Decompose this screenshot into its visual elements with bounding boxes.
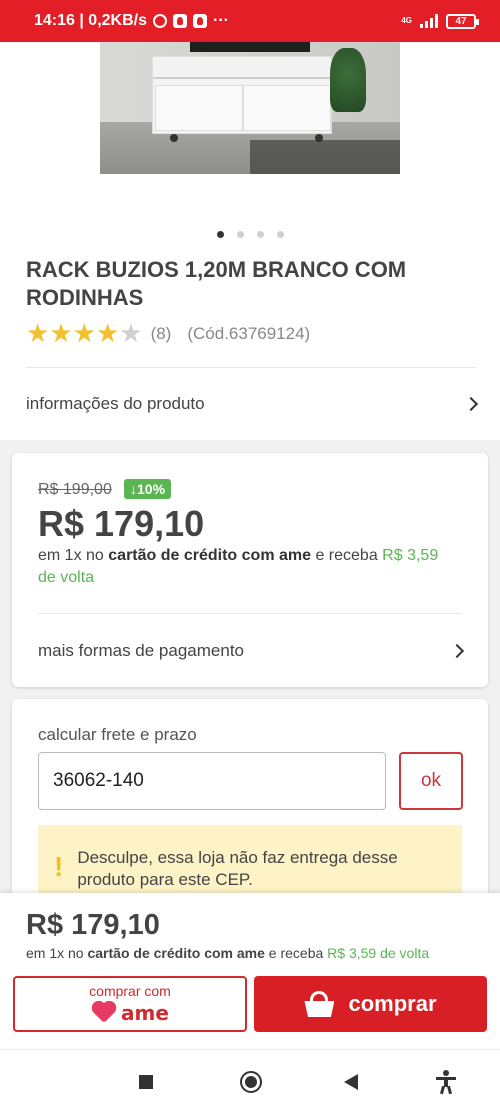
bottom-desc-card: cartão de crédito com ame bbox=[87, 945, 265, 961]
installment-description: em 1x no cartão de crédito com ame e rec… bbox=[38, 545, 458, 589]
notification-app-icon bbox=[192, 14, 207, 28]
more-payment-options[interactable]: mais formas de pagamento bbox=[38, 631, 465, 671]
shipping-warning: ! Desculpe, essa loja não faz entrega de… bbox=[38, 825, 462, 895]
cep-input[interactable] bbox=[38, 752, 386, 810]
buy-with-ame-button[interactable]: comprar com ame bbox=[13, 976, 247, 1032]
star-icon: ★ bbox=[49, 318, 73, 348]
home-icon[interactable] bbox=[240, 1071, 262, 1093]
bottom-desc-prefix: em 1x no bbox=[26, 945, 88, 961]
status-bar: 14:16 | 0,2KB/s ··· 4G 47 bbox=[0, 0, 500, 42]
product-info-link[interactable]: informações do produto bbox=[26, 384, 479, 424]
shipping-label: calcular frete e prazo bbox=[38, 725, 197, 744]
product-rating[interactable]: ★★★★★ (8) (Cód.63769124) bbox=[26, 320, 310, 347]
carousel-dot[interactable] bbox=[276, 231, 284, 238]
discount-badge: ↓10% bbox=[124, 479, 172, 499]
accessibility-icon[interactable] bbox=[436, 1070, 456, 1095]
price-card: R$ 199,00 ↓10% R$ 179,10 em 1x no cartão… bbox=[12, 453, 488, 687]
system-navigation-bar bbox=[0, 1049, 500, 1111]
installment-prefix: em 1x no bbox=[38, 547, 109, 564]
more-payment-label: mais formas de pagamento bbox=[38, 641, 244, 660]
bottom-cashback: R$ 3,59 de volta bbox=[327, 945, 430, 961]
carousel-dot[interactable] bbox=[236, 231, 244, 238]
chevron-right-icon bbox=[463, 396, 479, 412]
status-time: 14:16 | 0,2KB/s bbox=[34, 12, 147, 29]
star-icon: ★ bbox=[72, 318, 96, 348]
ame-logo-text: ame bbox=[121, 1001, 169, 1025]
bottom-purchase-bar: R$ 179,10 em 1x no cartão de crédito com… bbox=[0, 893, 500, 1049]
back-icon[interactable] bbox=[344, 1074, 358, 1090]
basket-icon bbox=[304, 991, 335, 1017]
current-price: R$ 179,10 bbox=[38, 503, 205, 544]
calculate-shipping-button[interactable]: ok bbox=[399, 752, 463, 810]
rating-stars: ★★★★★ bbox=[26, 320, 143, 347]
shipping-warning-text: Desculpe, essa loja não faz entrega dess… bbox=[77, 848, 398, 889]
product-info-label: informações do produto bbox=[26, 394, 205, 413]
ame-logo: ame bbox=[91, 1001, 169, 1025]
buy-button[interactable]: comprar bbox=[254, 976, 487, 1032]
alarm-icon bbox=[152, 14, 167, 28]
divider bbox=[26, 367, 476, 368]
bottom-installment-description: em 1x no cartão de crédito com ame e rec… bbox=[26, 945, 429, 961]
recent-apps-icon[interactable] bbox=[139, 1075, 153, 1089]
installment-card: cartão de crédito com ame bbox=[108, 547, 312, 564]
shipping-card: calcular frete e prazo ok ! Desculpe, es… bbox=[12, 699, 488, 909]
star-icon: ★ bbox=[119, 318, 143, 348]
image-carousel-dots bbox=[0, 231, 500, 238]
star-icon: ★ bbox=[26, 318, 50, 348]
warning-icon: ! bbox=[54, 851, 64, 882]
star-icon: ★ bbox=[95, 318, 120, 348]
product-title: RACK BUZIOS 1,20M BRANCO COM RODINHAS bbox=[26, 257, 407, 310]
chevron-right-icon bbox=[449, 643, 465, 659]
bottom-price: R$ 179,10 bbox=[26, 909, 160, 941]
signal-icon bbox=[420, 14, 438, 28]
product-code: (Cód.63769124) bbox=[187, 323, 311, 343]
installment-mid: e receba bbox=[311, 547, 383, 564]
review-count: (8) bbox=[150, 323, 172, 343]
carousel-dot[interactable] bbox=[216, 231, 224, 238]
ame-button-label: comprar com bbox=[89, 983, 171, 999]
product-image[interactable] bbox=[100, 42, 400, 174]
carousel-dot[interactable] bbox=[256, 231, 264, 238]
old-price: R$ 199,00 bbox=[38, 481, 112, 498]
more-notifications-icon: ··· bbox=[212, 12, 229, 29]
buy-button-label: comprar bbox=[348, 991, 437, 1016]
ame-heart-icon bbox=[91, 1002, 117, 1024]
bottom-desc-mid: e receba bbox=[264, 945, 328, 961]
notification-app-icon bbox=[172, 14, 187, 28]
divider bbox=[38, 613, 462, 614]
battery-icon: 47 bbox=[446, 13, 479, 29]
network-type: 4G bbox=[401, 16, 412, 25]
